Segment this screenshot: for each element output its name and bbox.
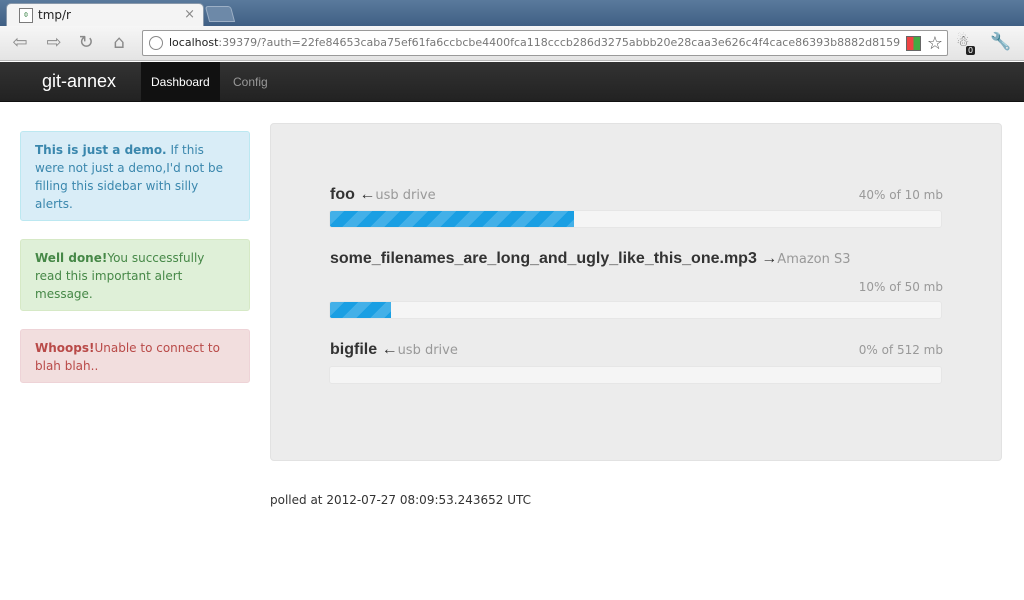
browser-tab[interactable]: ⌽ tmp/r × <box>6 3 204 27</box>
transfer-filename: foo ←usb drive <box>330 186 436 204</box>
transfer-direction-icon: ← <box>359 186 376 203</box>
tab-title: tmp/r <box>38 8 71 22</box>
transfer-direction-icon: ← <box>381 341 398 358</box>
url-host: localhost <box>169 36 219 49</box>
nav-dashboard[interactable]: Dashboard <box>141 62 220 102</box>
transfer-name: some_filenames_are_long_and_ugly_like_th… <box>330 250 757 267</box>
progress-bar-fill <box>330 211 575 227</box>
transfer-name: foo <box>330 186 355 203</box>
alert-title: This is just a demo. <box>35 143 167 157</box>
back-icon[interactable]: ⇦ <box>8 32 32 54</box>
alert-title: Whoops! <box>35 341 95 355</box>
transfer-remote: usb drive <box>375 188 436 203</box>
home-icon[interactable]: ⌂ <box>107 32 131 54</box>
globe-icon <box>149 36 163 50</box>
browser-toolbar: ⇦ ⇨ ↻ ⌂ localhost:39379/?auth=22fe84653c… <box>0 26 1024 61</box>
git-annex-favicon-icon: ⌽ <box>19 8 33 23</box>
brand-logo[interactable]: git-annex <box>42 71 116 92</box>
transfer-remote: Amazon S3 <box>777 252 851 267</box>
transfer-filename: bigfile ←usb drive <box>330 341 458 359</box>
url-text: localhost:39379/?auth=22fe84653caba75ef6… <box>169 36 904 49</box>
transfer-filename: some_filenames_are_long_and_ugly_like_th… <box>330 250 851 268</box>
alert-title: Well done! <box>35 251 108 265</box>
new-tab-button[interactable] <box>204 6 236 22</box>
forward-icon[interactable]: ⇨ <box>42 32 66 54</box>
page-action-icon[interactable] <box>906 36 921 51</box>
reload-icon[interactable]: ↻ <box>74 32 98 54</box>
alert-info: This is just a demo. If this were not ju… <box>20 131 250 221</box>
progress-bar <box>329 210 942 228</box>
nav-config[interactable]: Config <box>223 62 278 102</box>
url-path: :39379/?auth=22fe84653caba75ef61fa6ccbcb… <box>218 36 901 49</box>
address-bar[interactable]: localhost:39379/?auth=22fe84653caba75ef6… <box>142 30 948 56</box>
transfer-direction-icon: → <box>761 250 778 267</box>
transfer-progress-text: 40% of 10 mb <box>858 188 943 202</box>
progress-bar-fill <box>330 302 392 318</box>
transfer-progress-text: 10% of 50 mb <box>858 280 943 294</box>
progress-bar <box>329 366 942 384</box>
close-tab-icon[interactable]: × <box>184 7 195 22</box>
browser-tabstrip: ⌽ tmp/r × <box>0 0 1024 27</box>
polled-timestamp: polled at 2012-07-27 08:09:53.243652 UTC <box>270 493 531 507</box>
transfer-name: bigfile <box>330 341 378 358</box>
transfer-progress-text: 0% of 512 mb <box>858 343 943 357</box>
bookmark-star-icon[interactable]: ☆ <box>927 33 943 54</box>
alert-success: Well done!You successfully read this imp… <box>20 239 250 311</box>
progress-bar <box>329 301 942 319</box>
transfer-remote: usb drive <box>397 343 458 358</box>
alert-error: Whoops!Unable to connect to blah blah.. <box>20 329 250 383</box>
extension-badge: 0 <box>966 46 976 55</box>
app-navbar: git-annex Dashboard Config <box>0 62 1024 102</box>
wrench-icon[interactable]: 🔧 <box>990 32 1011 52</box>
